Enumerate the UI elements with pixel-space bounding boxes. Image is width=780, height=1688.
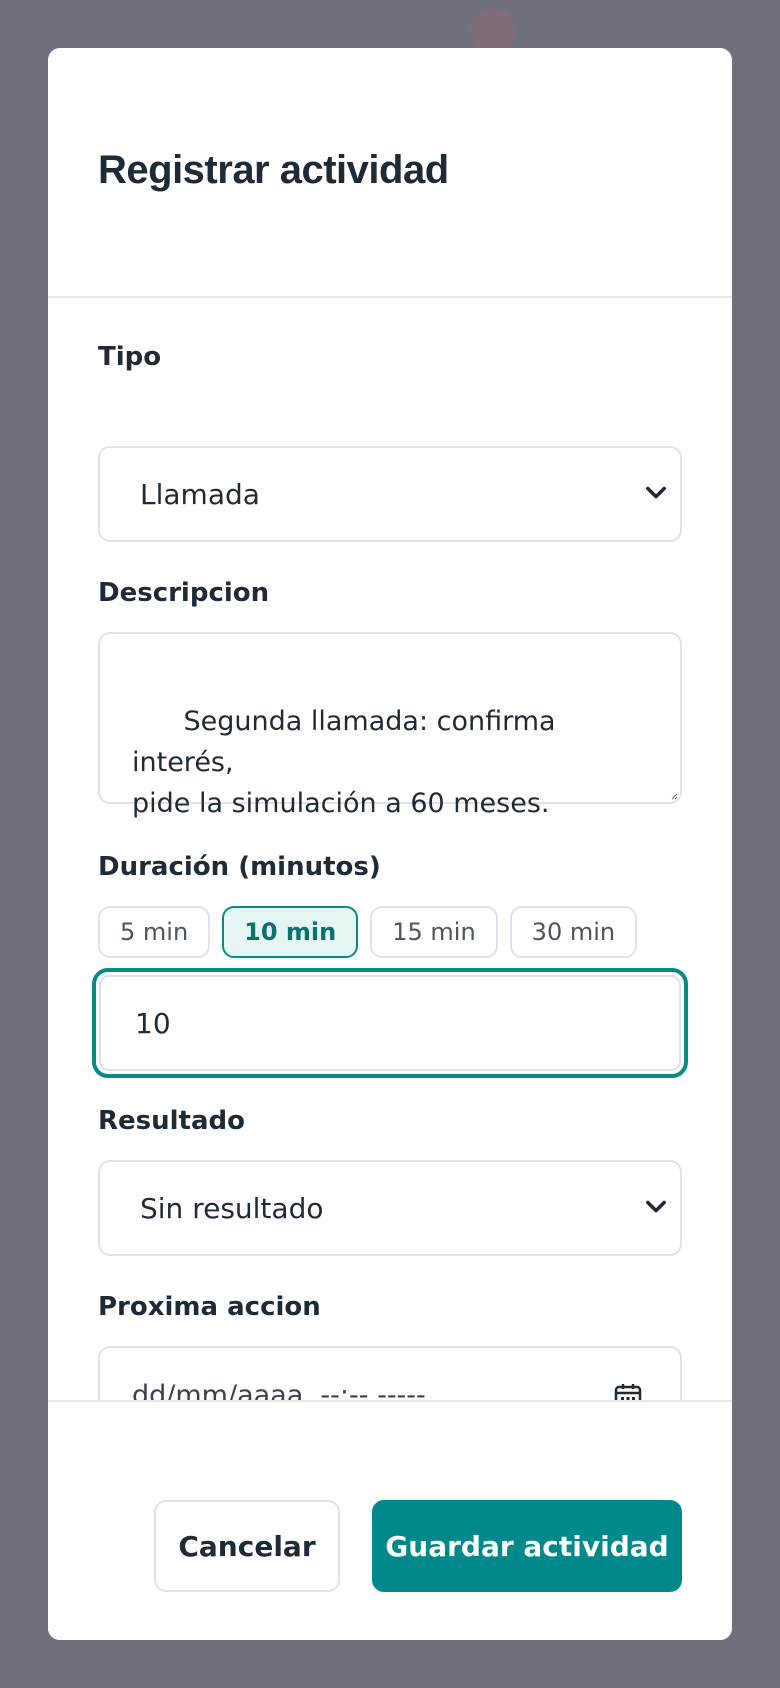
descripcion-text: Segunda llamada: confirma interés, pide … <box>132 706 556 819</box>
resultado-select-value: Sin resultado <box>140 1192 324 1225</box>
modal-footer: Cancelar Guardar actividad <box>48 1400 732 1640</box>
modal-title: Registrar actividad <box>98 148 449 192</box>
chevron-down-icon <box>646 486 666 499</box>
preset-5-min-button[interactable]: 5 min <box>98 906 211 958</box>
tipo-select[interactable]: Llamada <box>98 446 682 542</box>
preset-10-min-button[interactable]: 10 min <box>222 906 359 958</box>
tipo-label: Tipo <box>98 342 162 372</box>
resize-grip-icon[interactable] <box>670 792 678 800</box>
duracion-input[interactable]: 10 <box>99 975 681 1071</box>
proxima-accion-label: Proxima accion <box>98 1292 321 1322</box>
tipo-select-value: Llamada <box>140 478 260 511</box>
resultado-select[interactable]: Sin resultado <box>98 1160 682 1256</box>
activity-modal: Registrar actividad Tipo Llamada Descrip… <box>48 48 732 1640</box>
duracion-input-value: 10 <box>135 1006 171 1040</box>
save-activity-button[interactable]: Guardar actividad <box>372 1500 682 1592</box>
datetime-placeholder: dd/mm/aaaa, --:-- ----- <box>132 1380 426 1402</box>
modal-body[interactable]: Tipo Llamada Descripcion Segunda llamada… <box>48 298 732 1402</box>
duracion-focus-ring: 10 <box>92 968 688 1078</box>
chevron-down-icon <box>646 1200 666 1213</box>
duracion-label: Duración (minutos) <box>98 852 381 882</box>
calendar-icon[interactable] <box>614 1382 642 1402</box>
preset-15-min-button[interactable]: 15 min <box>370 906 498 958</box>
descripcion-label: Descripcion <box>98 578 270 608</box>
modal-header: Registrar actividad <box>48 48 732 298</box>
preset-30-min-button[interactable]: 30 min <box>509 906 638 958</box>
descripcion-textarea[interactable]: Segunda llamada: confirma interés, pide … <box>98 632 682 819</box>
cancel-button[interactable]: Cancelar <box>154 1500 340 1592</box>
duracion-presets: 5 min 10 min 15 min 30 min <box>98 906 638 958</box>
proxima-accion-datetime-input[interactable]: dd/mm/aaaa, --:-- ----- <box>98 1346 682 1402</box>
resultado-label: Resultado <box>98 1106 245 1136</box>
